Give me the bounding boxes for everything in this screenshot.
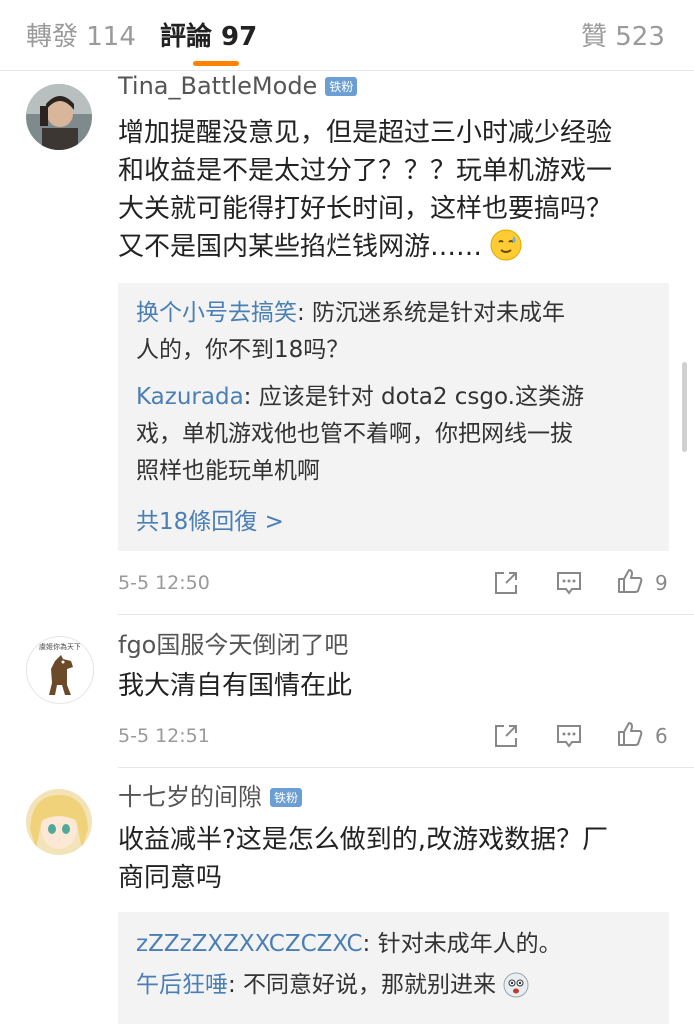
like-count: 6 <box>655 724 668 748</box>
comment-tabs: 轉發 114 評論 97 贊 523 <box>0 0 694 70</box>
scared-face-emoji <box>503 972 529 1010</box>
tab-reposts[interactable]: 轉發 114 <box>26 16 136 53</box>
tabs-divider <box>0 70 694 71</box>
reply-item: 换个小号去搞笑: 防沉迷系统是针对未成年 人的，你不到18吗？ <box>118 295 669 369</box>
user-avatar[interactable]: 虞姬你為天下 <box>26 636 94 704</box>
reply-preview-box[interactable]: zZZzZXZXXCZCZXC: 针对未成年人的。 午后狂唾: 不同意好说，那就… <box>118 912 669 1024</box>
comment-line: 增加提醒没意见，但是超过三小时减少经验 <box>118 118 613 148</box>
reply-item: 午后狂唾: 不同意好说，那就别进来 <box>118 967 669 1010</box>
comment-text: 增加提醒没意见，但是超过三小时减少经验 和收益是不是太过分了？？？玩单机游戏一 … <box>118 114 663 272</box>
like-icon[interactable] <box>616 720 644 748</box>
reply-username[interactable]: 换个小号去搞笑 <box>136 300 297 326</box>
avatar-caption: 虞姬你為天下 <box>39 643 81 651</box>
reply-item: zZZzZXZXXCZCZXC: 针对未成年人的。 <box>118 926 669 963</box>
comment-text: 收益减半?这是怎么做到的,改游戏数据？厂 商同意吗 <box>118 821 663 897</box>
comment-timestamp: 5-5 12:51 <box>118 725 210 747</box>
comment-icon[interactable] <box>555 722 583 750</box>
tab-comments[interactable]: 評論 97 <box>160 16 257 53</box>
reply-item: Kazurada: 应该是针对 dota2 csgo.这类游 戏，单机游戏他也管… <box>118 379 669 490</box>
reply-text: : 针对未成年人的。 <box>362 931 562 957</box>
reply-text: 照样也能玩单机啊 <box>136 458 320 484</box>
comment-divider <box>118 767 694 768</box>
comment-text: 我大清自有国情在此 <box>118 667 663 705</box>
reply-username[interactable]: Kazurada <box>136 384 244 410</box>
sweat-smile-emoji <box>490 229 522 272</box>
reply-text: 戏，单机游戏他也管不着啊，你把网线一拔 <box>136 421 573 447</box>
comment-line: 我大清自有国情在此 <box>118 671 353 701</box>
user-avatar[interactable] <box>26 789 92 855</box>
comment-line: 大关就可能得打好长时间，这样也要搞吗？ <box>118 194 613 224</box>
reply-username[interactable]: zZZzZXZXXCZCZXC <box>136 931 363 957</box>
comment-divider <box>118 614 694 615</box>
scrollbar[interactable] <box>682 362 687 452</box>
comment-line: 又不是国内某些掐烂钱网游…… <box>118 228 663 272</box>
user-avatar[interactable] <box>26 84 92 150</box>
like-icon[interactable] <box>616 567 644 595</box>
comment-username[interactable]: fgo国服今天倒闭了吧 <box>118 625 348 660</box>
more-replies-link[interactable]: 共18條回復 > <box>118 502 669 536</box>
comment-line: 商同意吗 <box>118 863 223 893</box>
username-text[interactable]: 十七岁的间隙 <box>118 783 262 811</box>
reply-text: : 不同意好说，那就别进来 <box>228 972 497 998</box>
reply-preview-box[interactable]: 换个小号去搞笑: 防沉迷系统是针对未成年 人的，你不到18吗？ Kazurada… <box>118 283 669 551</box>
reply-text: 人的，你不到18吗？ <box>136 337 350 363</box>
comment-username[interactable]: Tina_BattleMode 铁粉 <box>118 72 358 100</box>
username-text[interactable]: Tina_BattleMode <box>118 72 317 100</box>
reply-username[interactable]: 午后狂唾 <box>136 972 228 998</box>
repost-icon[interactable] <box>492 722 520 750</box>
active-tab-indicator <box>193 61 239 66</box>
fan-badge: 铁粉 <box>325 77 358 96</box>
like-count: 9 <box>655 571 668 595</box>
fan-badge: 铁粉 <box>270 788 303 807</box>
comment-icon[interactable] <box>555 569 583 597</box>
comment-line: 和收益是不是太过分了？？？玩单机游戏一 <box>118 156 613 186</box>
reply-text: : 防沉迷系统是针对未成年 <box>297 300 566 326</box>
reply-text: : 应该是针对 dota2 csgo.这类游 <box>243 384 584 410</box>
repost-icon[interactable] <box>492 569 520 597</box>
comment-username[interactable]: 十七岁的间隙 铁粉 <box>118 777 303 812</box>
comment-line: 收益减半?这是怎么做到的,改游戏数据？厂 <box>118 825 609 855</box>
comment-timestamp: 5-5 12:50 <box>118 572 210 594</box>
tab-likes[interactable]: 贊 523 <box>581 16 665 53</box>
